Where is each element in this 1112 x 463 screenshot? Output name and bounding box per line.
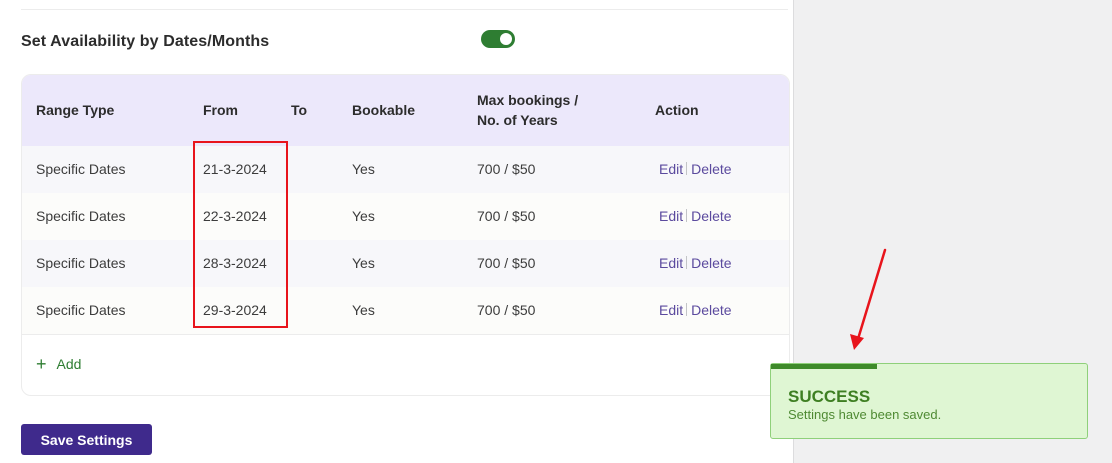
- arrow-annotation: [850, 248, 887, 350]
- header-max-line1: Max bookings /: [477, 92, 579, 108]
- header-max-bookings: Max bookings / No. of Years: [477, 90, 578, 130]
- cell-action: Edit Delete: [659, 240, 732, 287]
- cell-from: 22-3-2024: [203, 208, 267, 224]
- cell-max: 700 / $50: [477, 161, 536, 177]
- cell-from: 21-3-2024: [203, 161, 267, 177]
- delete-link[interactable]: Delete: [691, 302, 731, 318]
- cell-action: Edit Delete: [659, 287, 732, 334]
- cell-range-type: Specific Dates: [36, 208, 126, 224]
- availability-toggle[interactable]: [481, 30, 515, 48]
- header-to: To: [291, 102, 308, 118]
- separator: [686, 303, 688, 316]
- add-row: + Add: [22, 334, 789, 394]
- add-button[interactable]: + Add: [36, 354, 81, 375]
- cell-range-type: Specific Dates: [36, 302, 126, 318]
- cell-from: 29-3-2024: [203, 302, 267, 318]
- separator: [686, 162, 688, 175]
- table-row: Specific Dates 29-3-2024 Yes 700 / $50 E…: [22, 287, 789, 335]
- edit-link[interactable]: Edit: [659, 161, 683, 177]
- separator: [686, 256, 688, 269]
- cell-from: 28-3-2024: [203, 255, 267, 271]
- toast-message: Settings have been saved.: [788, 407, 942, 422]
- header-max-line2: No. of Years: [477, 112, 558, 128]
- edit-link[interactable]: Edit: [659, 208, 683, 224]
- settings-panel: Set Availability by Dates/Months Range T…: [0, 0, 794, 463]
- header-from: From: [203, 102, 238, 118]
- cell-bookable: Yes: [352, 161, 375, 177]
- save-settings-button[interactable]: Save Settings: [21, 424, 152, 455]
- cell-bookable: Yes: [352, 255, 375, 271]
- table-row: Specific Dates 21-3-2024 Yes 700 / $50 E…: [22, 146, 789, 194]
- success-toast: SUCCESS Settings have been saved.: [770, 363, 1088, 439]
- delete-link[interactable]: Delete: [691, 255, 731, 271]
- header-action: Action: [655, 102, 699, 118]
- edit-link[interactable]: Edit: [659, 302, 683, 318]
- delete-link[interactable]: Delete: [691, 208, 731, 224]
- plus-icon: +: [36, 354, 47, 374]
- cell-max: 700 / $50: [477, 208, 536, 224]
- table-row: Specific Dates 28-3-2024 Yes 700 / $50 E…: [22, 240, 789, 288]
- delete-link[interactable]: Delete: [691, 161, 731, 177]
- cell-action: Edit Delete: [659, 146, 732, 193]
- toggle-knob: [500, 33, 512, 45]
- table-row: Specific Dates 22-3-2024 Yes 700 / $50 E…: [22, 193, 789, 241]
- header-range-type: Range Type: [36, 102, 115, 118]
- cell-bookable: Yes: [352, 302, 375, 318]
- add-label: Add: [56, 356, 82, 372]
- section-title: Set Availability by Dates/Months: [21, 33, 270, 50]
- cell-range-type: Specific Dates: [36, 255, 126, 271]
- availability-table: Range Type From To Bookable Max bookings…: [21, 74, 790, 396]
- cell-range-type: Specific Dates: [36, 161, 126, 177]
- separator: [686, 209, 688, 222]
- edit-link[interactable]: Edit: [659, 255, 683, 271]
- toast-title: SUCCESS: [788, 387, 871, 406]
- table-header: Range Type From To Bookable Max bookings…: [22, 75, 789, 146]
- divider: [21, 9, 788, 10]
- cell-bookable: Yes: [352, 208, 375, 224]
- cell-max: 700 / $50: [477, 302, 536, 318]
- cell-max: 700 / $50: [477, 255, 536, 271]
- cell-action: Edit Delete: [659, 193, 732, 240]
- toast-progress-bar: [771, 364, 877, 369]
- header-bookable: Bookable: [352, 102, 416, 118]
